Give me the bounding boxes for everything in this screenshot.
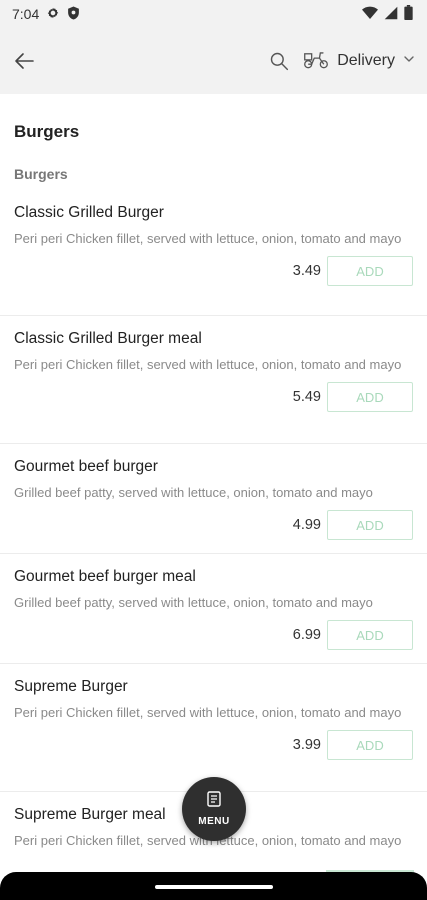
chevron-down-icon xyxy=(403,52,415,70)
search-icon[interactable] xyxy=(269,51,289,71)
menu-item[interactable]: Classic Grilled Burger meal Peri peri Ch… xyxy=(0,316,427,444)
add-button[interactable]: ADD xyxy=(327,730,413,760)
item-name: Gourmet beef burger meal xyxy=(14,568,196,585)
delivery-label: Delivery xyxy=(337,52,395,69)
add-button[interactable]: ADD xyxy=(327,510,413,540)
menu-item[interactable]: Gourmet beef burger Grilled beef patty, … xyxy=(0,444,427,554)
item-price: 3.99 xyxy=(292,737,321,753)
item-footer: 3.99 ADD xyxy=(14,722,413,772)
status-left: 7:04 xyxy=(12,6,80,23)
home-indicator[interactable] xyxy=(155,885,273,889)
item-footer: 5.49 ADD xyxy=(14,374,413,424)
item-footer: 4.99 ADD xyxy=(14,502,413,552)
shield-icon xyxy=(67,6,80,23)
status-time: 7:04 xyxy=(12,6,40,22)
add-button[interactable]: ADD xyxy=(327,256,413,286)
menu-fab-button[interactable]: MENU xyxy=(182,777,246,841)
item-footer: 6.99 ADD xyxy=(14,612,413,662)
delivery-scooter-icon xyxy=(303,49,329,74)
item-description: Grilled beef patty, served with lettuce,… xyxy=(14,485,373,500)
menu-item-list: Classic Grilled Burger Peri peri Chicken… xyxy=(0,198,427,872)
cellular-signal-icon xyxy=(384,6,398,23)
item-footer: 3.49 ADD xyxy=(14,248,413,298)
menu-document-icon xyxy=(207,791,221,812)
menu-item[interactable]: Classic Grilled Burger Peri peri Chicken… xyxy=(0,198,427,316)
item-price: 6.99 xyxy=(292,627,321,643)
status-right xyxy=(362,5,413,23)
add-button[interactable]: ADD xyxy=(327,382,413,412)
item-price: 4.99 xyxy=(292,517,321,533)
add-button[interactable]: ADD xyxy=(327,620,413,650)
battery-icon xyxy=(404,5,413,23)
item-description: Peri peri Chicken fillet, served with le… xyxy=(14,231,402,246)
item-name: Classic Grilled Burger xyxy=(14,204,164,221)
item-description: Grilled beef patty, served with lettuce,… xyxy=(14,595,373,610)
menu-fab-label: MENU xyxy=(198,816,230,827)
menu-item[interactable]: Supreme Burger Peri peri Chicken fillet,… xyxy=(0,664,427,792)
delivery-mode-selector[interactable]: Delivery xyxy=(303,49,415,74)
menu-item[interactable]: Gourmet beef burger meal Grilled beef pa… xyxy=(0,554,427,664)
section-title: Burgers xyxy=(14,122,80,141)
item-price: 3.49 xyxy=(292,263,321,279)
item-name: Gourmet beef burger xyxy=(14,458,158,475)
item-name: Supreme Burger xyxy=(14,678,128,695)
item-name: Classic Grilled Burger meal xyxy=(14,330,202,347)
subsection-title: Burgers xyxy=(14,166,68,182)
back-arrow-icon[interactable] xyxy=(12,49,36,73)
item-price: 5.49 xyxy=(292,389,321,405)
settings-gear-icon xyxy=(46,6,60,23)
wifi-icon xyxy=(362,6,378,23)
status-bar: 7:04 xyxy=(0,0,427,28)
app-bar: Delivery xyxy=(0,28,427,94)
item-description: Peri peri Chicken fillet, served with le… xyxy=(14,357,402,372)
item-description: Peri peri Chicken fillet, served with le… xyxy=(14,705,402,720)
